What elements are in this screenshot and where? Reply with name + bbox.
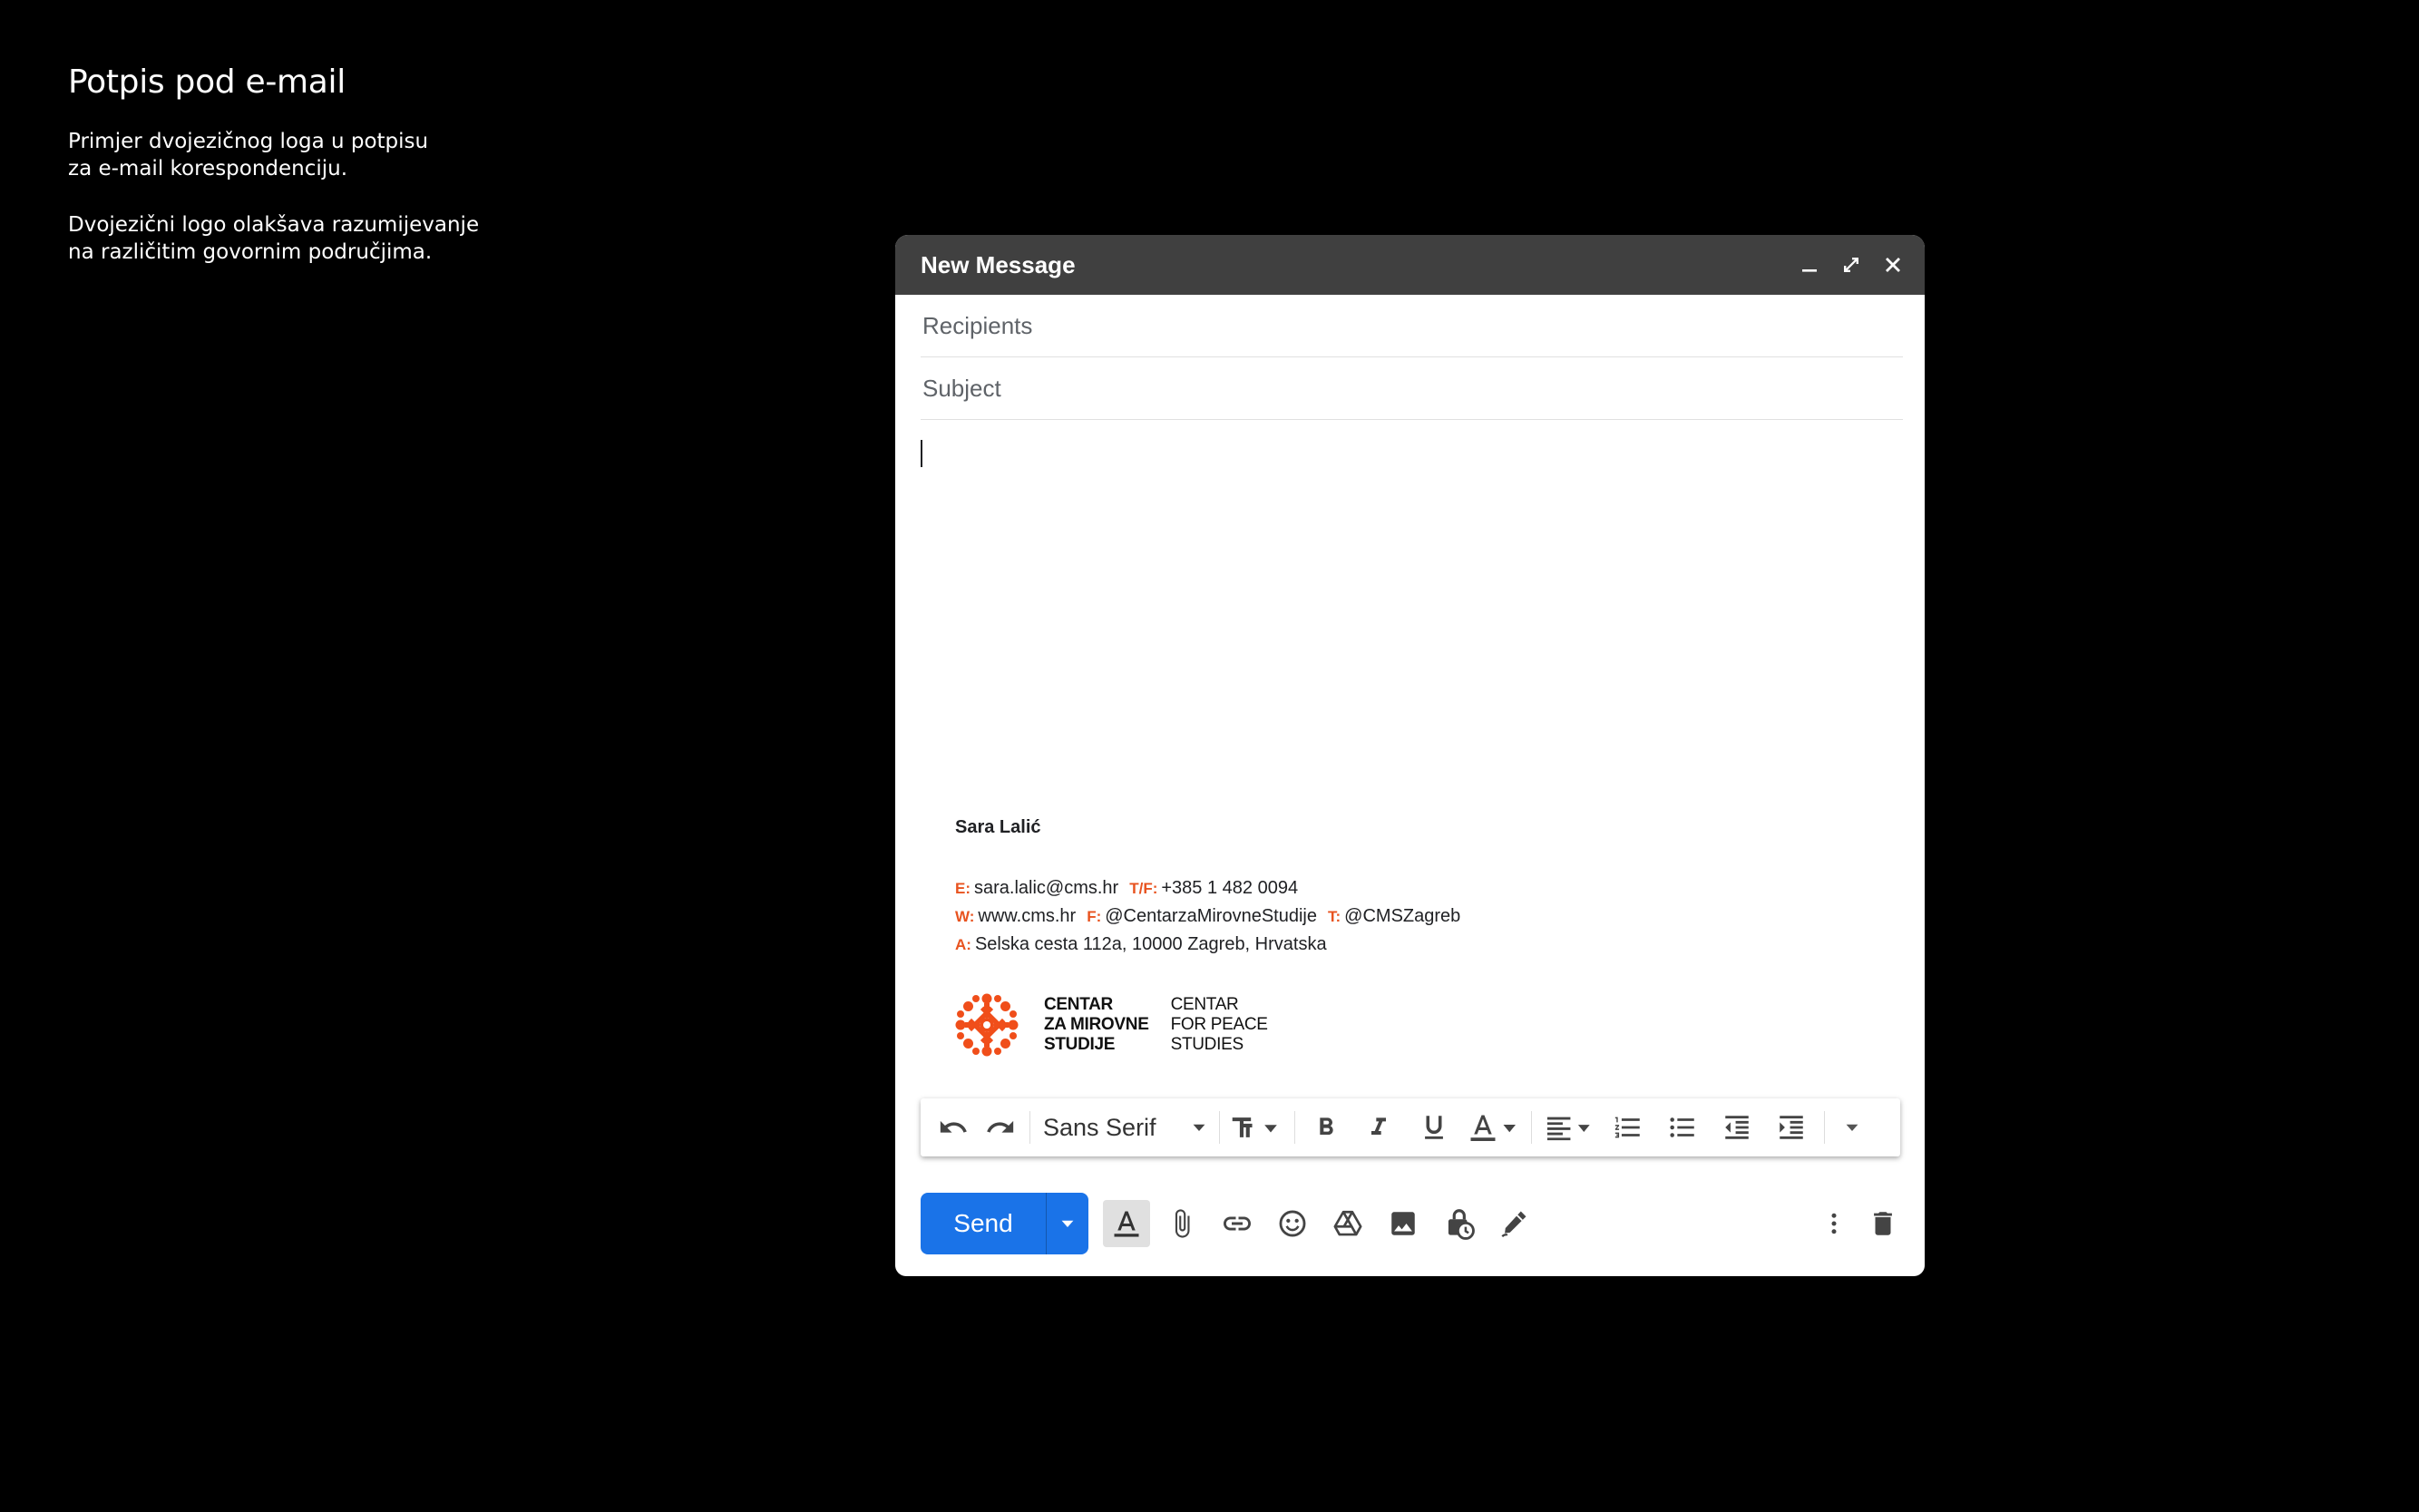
more-formatting-icon[interactable] (1830, 1106, 1874, 1149)
recipients-field[interactable] (921, 295, 1903, 357)
bulleted-list-icon[interactable] (1655, 1106, 1710, 1149)
logo-text-english: CENTAR FOR PEACE STUDIES (1170, 995, 1268, 1054)
organization-logo: CENTAR ZA MIROVNE STUDIJE CENTAR FOR PEA… (955, 993, 1590, 1057)
signature-facebook[interactable]: @CentarzaMirovneStudije (1105, 906, 1317, 926)
email-signature: Sara Lalić E: sara.lalic@cms.hr T/F: +385 1… (955, 817, 1590, 1057)
intro-title: Potpis pod e-mail (68, 63, 346, 101)
font-family-value: Sans Serif (1043, 1113, 1156, 1141)
send-options-button[interactable] (1046, 1193, 1088, 1254)
signature-email[interactable]: sara.lalic@cms.hr (974, 878, 1118, 898)
text-color-icon[interactable] (1462, 1106, 1526, 1149)
facebook-label: F: (1087, 908, 1102, 925)
signature-line-web: W: www.cms.hr F: @CentarzaMirovneStudije T: @… (955, 902, 1590, 931)
signature-line-contact: E: sara.lalic@cms.hr T/F: +385 1 482 0094 (955, 874, 1590, 902)
font-size-icon[interactable] (1225, 1106, 1289, 1149)
intro-paragraph-1: Primjer dvojezičnog loga u potpisu za e-… (68, 130, 429, 180)
text-cursor (921, 440, 922, 467)
drive-icon[interactable] (1324, 1200, 1371, 1247)
email-label: E: (955, 880, 971, 897)
toolbar-divider (1029, 1111, 1030, 1144)
signature-name: Sara Lalić (955, 817, 1041, 837)
signature-line-address: A: Selska cesta 112a, 10000 Zagreb, Hrvat… (955, 931, 1590, 959)
recipients-input[interactable] (921, 310, 1903, 341)
compose-window: New Message Sara Lalić E:sara.lalic@cms.… (895, 235, 1925, 1276)
signature-twitter[interactable]: @CMSZagreb (1344, 906, 1460, 926)
address-label: A: (955, 936, 971, 953)
align-icon[interactable] (1537, 1106, 1601, 1149)
indent-more-icon[interactable] (1764, 1106, 1819, 1149)
formatting-toolbar: Sans Serif (921, 1098, 1900, 1156)
subject-input[interactable] (921, 373, 1903, 404)
toolbar-divider (1219, 1111, 1220, 1144)
attach-icon[interactable] (1158, 1200, 1205, 1247)
compose-titlebar[interactable]: New Message (895, 235, 1925, 295)
subject-field[interactable] (921, 357, 1903, 420)
toolbar-divider (1824, 1111, 1825, 1144)
signature-icon[interactable] (1490, 1200, 1537, 1247)
discard-icon[interactable] (1859, 1200, 1907, 1247)
emoji-icon[interactable] (1269, 1200, 1316, 1247)
italic-icon[interactable] (1351, 1106, 1406, 1149)
web-label: W: (955, 908, 975, 925)
logo-text-croatian: CENTAR ZA MIROVNE STUDIJE (1044, 995, 1149, 1054)
toolbar-divider (1294, 1111, 1295, 1144)
link-icon[interactable] (1214, 1200, 1261, 1247)
chevron-down-icon (1193, 1124, 1205, 1131)
compose-action-bar: Send (921, 1192, 1907, 1255)
underline-icon[interactable] (1406, 1106, 1462, 1149)
toolbar-divider (1531, 1111, 1532, 1144)
chevron-down-icon (1061, 1220, 1074, 1227)
expand-icon[interactable] (1830, 244, 1872, 286)
phone-label: T/F: (1129, 880, 1158, 897)
signature-phone: +385 1 482 0094 (1161, 878, 1299, 898)
logo-mark-icon (955, 993, 1019, 1057)
formatting-options-icon[interactable] (1103, 1200, 1150, 1247)
intro-paragraph-2: Dvojezični logo olakšava razumijevanje n… (68, 213, 480, 264)
signature-address: Selska cesta 112a, 10000 Zagreb, Hrvatsk… (974, 934, 1327, 954)
undo-icon[interactable] (930, 1106, 977, 1149)
close-icon[interactable] (1872, 244, 1914, 286)
twitter-label: T: (1328, 908, 1341, 925)
redo-icon[interactable] (977, 1106, 1024, 1149)
send-button-group: Send (921, 1193, 1088, 1254)
numbered-list-icon[interactable] (1601, 1106, 1655, 1149)
photo-icon[interactable] (1380, 1200, 1427, 1247)
signature-web[interactable]: www.cms.hr (978, 906, 1076, 926)
confidential-icon[interactable] (1435, 1200, 1482, 1247)
intro-panel: Potpis pod e-mail Primjer dvojezičnog lo… (68, 63, 540, 295)
font-family-select[interactable]: Sans Serif (1036, 1106, 1214, 1149)
indent-less-icon[interactable] (1710, 1106, 1764, 1149)
compose-title: New Message (921, 250, 1076, 278)
bold-icon[interactable] (1301, 1106, 1351, 1149)
minimize-icon[interactable] (1789, 244, 1830, 286)
more-options-icon[interactable] (1810, 1200, 1858, 1247)
send-button[interactable]: Send (921, 1193, 1046, 1254)
